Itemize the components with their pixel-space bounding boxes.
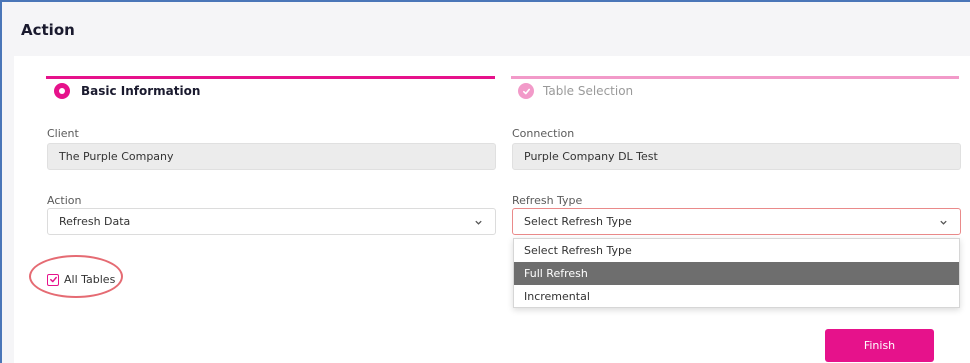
step-progress-bar-basic	[46, 76, 495, 79]
radio-active-icon	[54, 83, 70, 99]
step-progress-bar-tables	[511, 76, 959, 79]
chevron-down-icon	[940, 220, 947, 225]
dropdown-option[interactable]: Select Refresh Type	[514, 239, 959, 262]
refresh-type-select-value: Select Refresh Type	[524, 215, 632, 228]
dropdown-option[interactable]: Incremental	[514, 285, 959, 308]
connection-label: Connection	[512, 127, 575, 140]
action-window: Action Basic Information Table Selection…	[0, 0, 970, 363]
step-label: Basic Information	[81, 84, 201, 98]
client-label: Client	[47, 127, 79, 140]
connection-field: Purple Company DL Test	[512, 143, 961, 170]
refresh-type-select[interactable]: Select Refresh Type	[512, 208, 961, 235]
chevron-down-icon	[475, 220, 482, 225]
annotation-ellipse	[29, 255, 123, 298]
form-panel: Basic Information Table Selection Client…	[14, 56, 970, 363]
step-table-selection[interactable]: Table Selection	[518, 83, 633, 99]
step-label: Table Selection	[543, 84, 634, 98]
client-field: The Purple Company	[47, 143, 496, 170]
refresh-type-label: Refresh Type	[512, 194, 583, 207]
step-basic-information[interactable]: Basic Information	[54, 83, 200, 99]
action-select-value: Refresh Data	[59, 215, 131, 228]
refresh-type-dropdown: Select Refresh Type Full Refresh Increme…	[513, 238, 960, 308]
action-label: Action	[47, 194, 82, 207]
action-select[interactable]: Refresh Data	[47, 208, 496, 235]
page-title: Action	[21, 21, 75, 39]
check-circle-icon	[518, 83, 534, 99]
title-bar: Action	[4, 4, 970, 52]
finish-button[interactable]: Finish	[825, 329, 934, 362]
dropdown-option-highlighted[interactable]: Full Refresh	[514, 262, 959, 285]
